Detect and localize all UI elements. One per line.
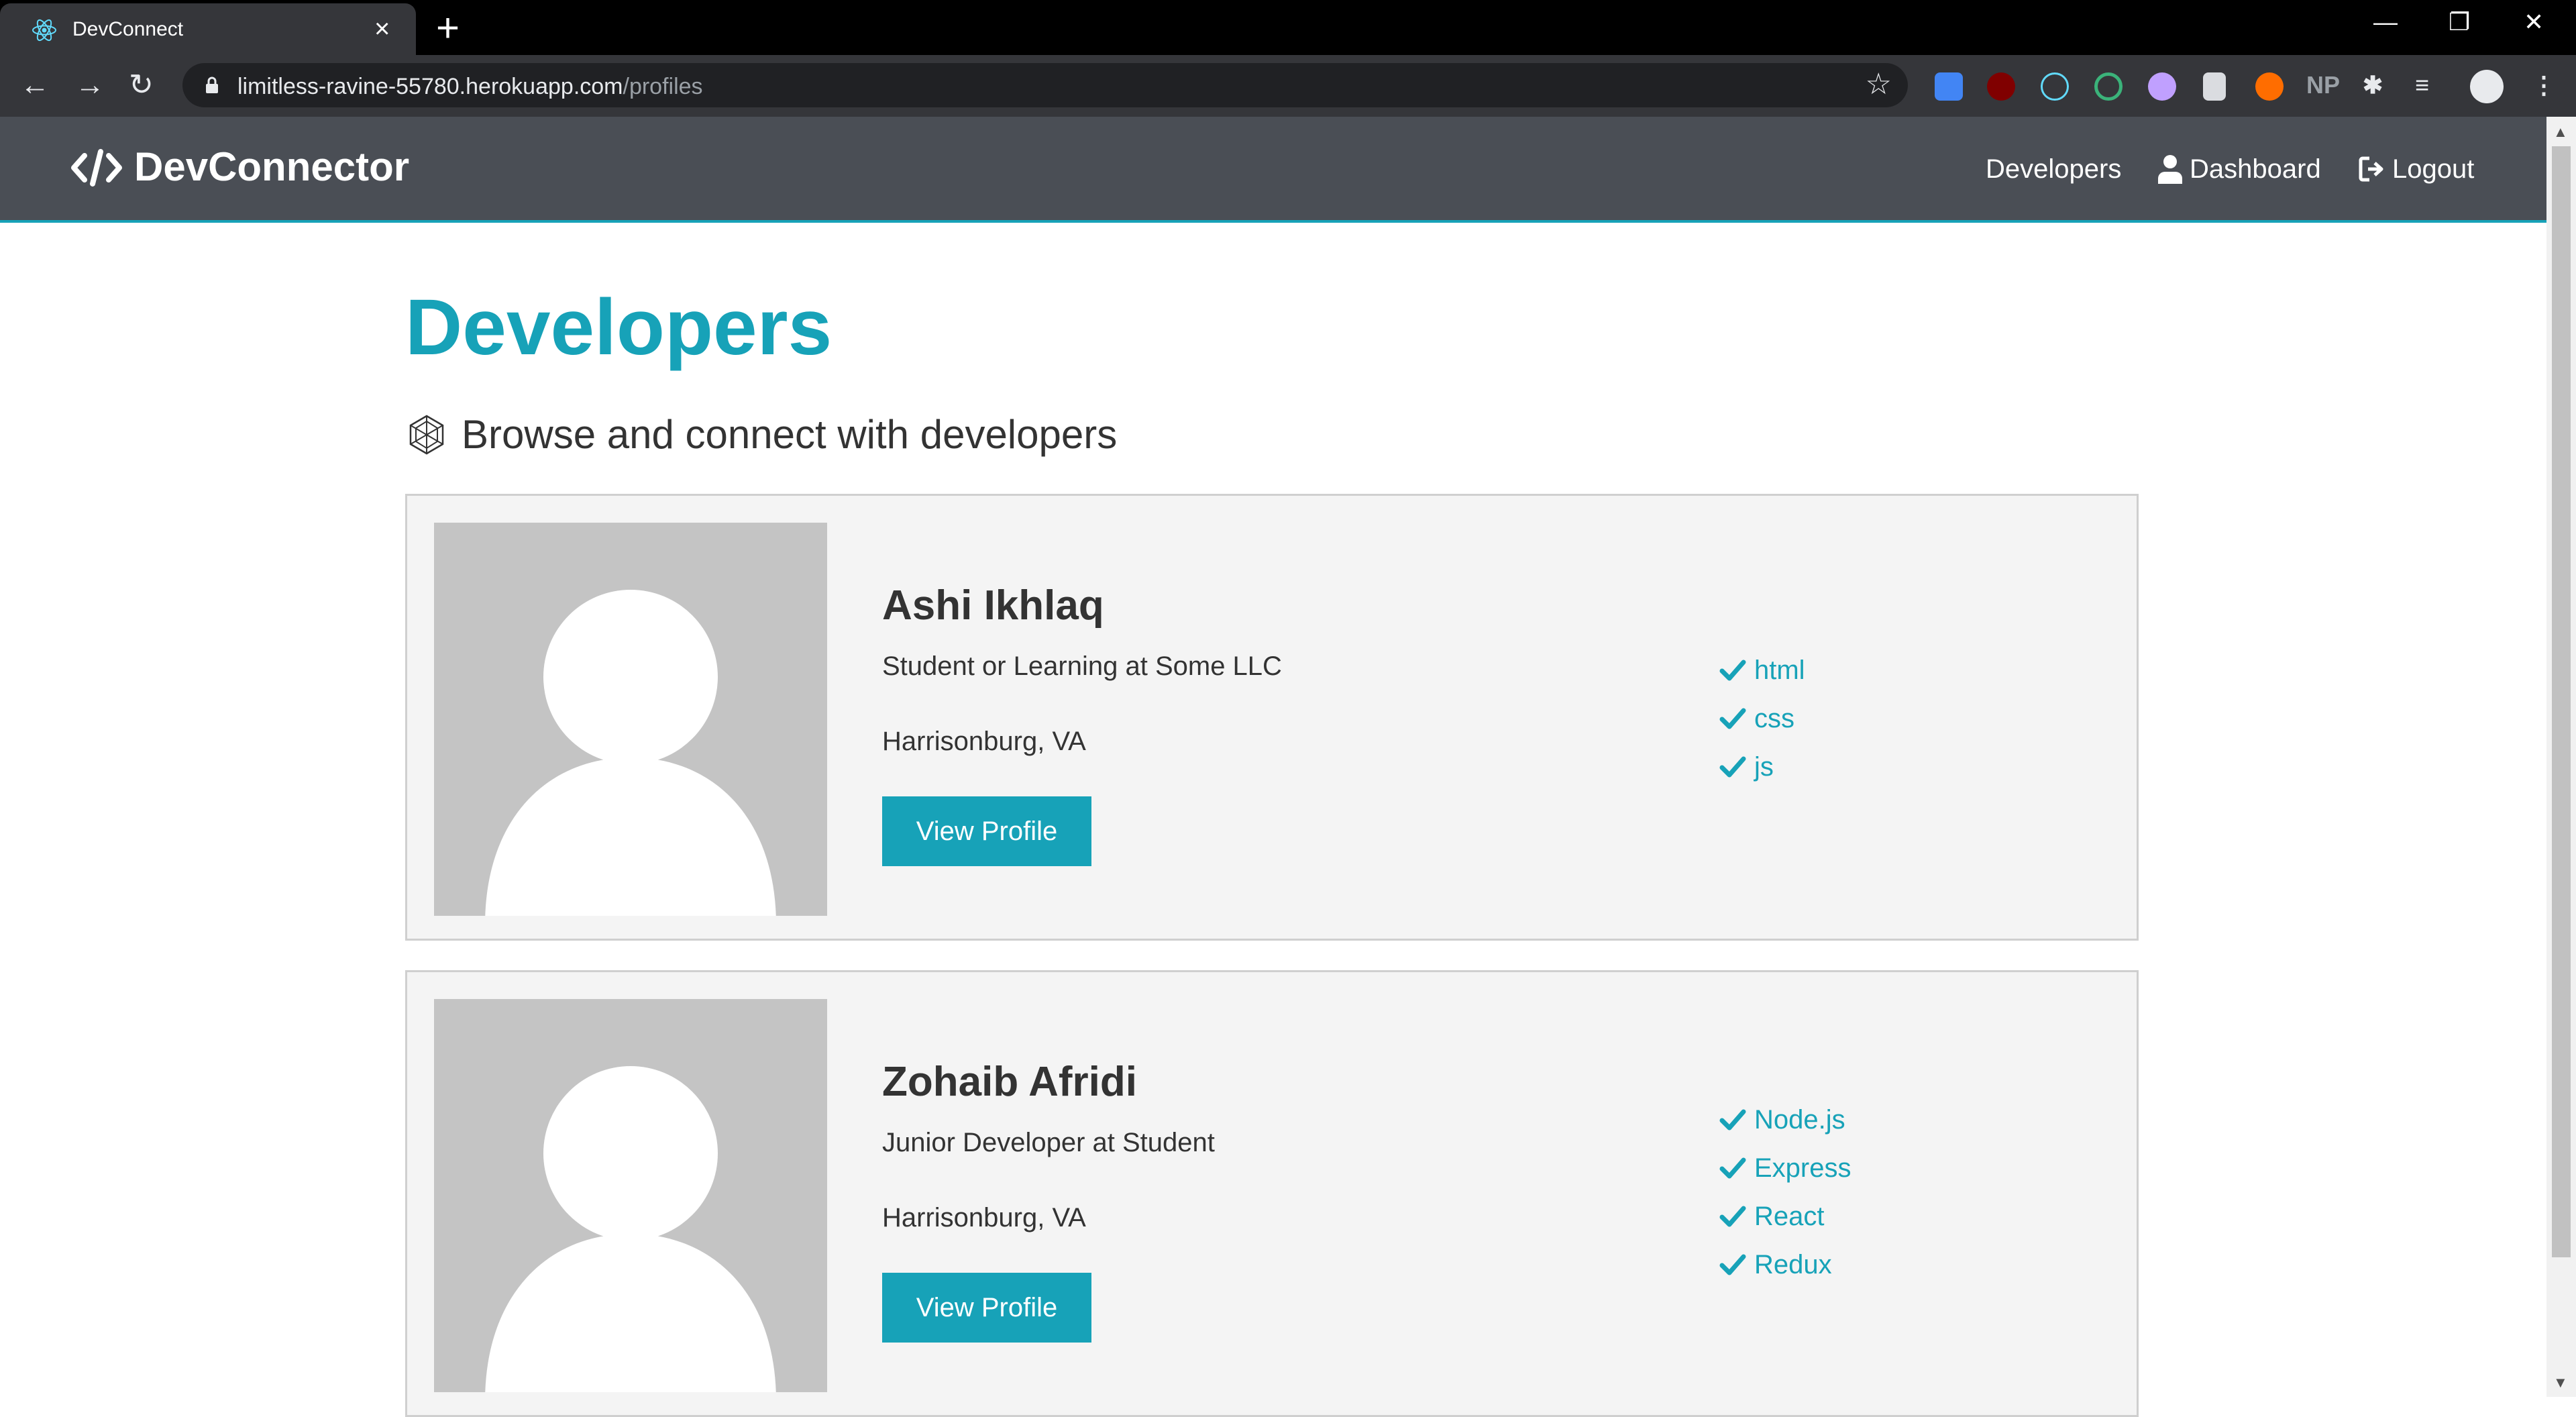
lock-icon xyxy=(206,76,218,93)
profile-avatar-icon[interactable] xyxy=(2470,70,2504,103)
menu-icon[interactable]: ⋮ xyxy=(2532,71,2556,99)
code-icon[interactable] xyxy=(70,148,123,188)
profile-card: Ashi Ikhlaq Student or Learning at Some … xyxy=(405,494,2139,941)
nav-link-dashboard[interactable]: Dashboard xyxy=(2190,154,2321,185)
url-host: limitless-ravine-55780.herokuapp.com xyxy=(237,74,623,99)
scrollbar-thumb[interactable] xyxy=(2552,146,2571,1257)
check-icon xyxy=(1719,1206,1746,1227)
fire-extension-icon[interactable] xyxy=(2255,72,2284,101)
browser-tab-bar: DevConnect × + — ❐ ✕ xyxy=(0,0,2576,55)
skill-label: js xyxy=(1754,752,1774,782)
tab-close-icon[interactable]: × xyxy=(374,13,390,45)
page-lead-text: Browse and connect with developers xyxy=(462,412,1118,457)
translate-extension-icon[interactable] xyxy=(1935,72,1963,101)
check-icon xyxy=(1719,1157,1746,1179)
profile-name: Zohaib Afridi xyxy=(882,1059,1137,1105)
react-devtools-extension-icon[interactable] xyxy=(2041,72,2069,101)
skill-label: Express xyxy=(1754,1153,1851,1183)
skill-label: React xyxy=(1754,1202,1825,1231)
restore-icon[interactable]: ❐ xyxy=(2449,8,2470,36)
url-text: limitless-ravine-55780.herokuapp.com/pro… xyxy=(237,74,703,100)
skill-item: html xyxy=(1719,654,1805,702)
user-icon[interactable] xyxy=(2157,154,2183,184)
connect-develop-icon xyxy=(409,415,444,455)
minimize-icon[interactable]: — xyxy=(2373,8,2398,36)
puzzle-icon[interactable]: ✱ xyxy=(2363,71,2383,99)
bookmark-star-icon[interactable]: ☆ xyxy=(1866,67,1892,101)
document-extension-icon[interactable] xyxy=(2203,72,2226,101)
profile-status: Junior Developer at Student xyxy=(882,1128,1215,1157)
url-path: /profiles xyxy=(623,74,703,99)
avatar xyxy=(434,523,827,916)
profile-status: Student or Learning at Some LLC xyxy=(882,651,1282,681)
check-icon xyxy=(1719,708,1746,729)
profile-location: Harrisonburg, VA xyxy=(882,727,1086,756)
view-profile-button[interactable]: View Profile xyxy=(882,1273,1091,1343)
window-close-icon[interactable]: ✕ xyxy=(2524,8,2544,36)
skills-list: html css js xyxy=(1719,654,1805,799)
profile-location: Harrisonburg, VA xyxy=(882,1203,1086,1232)
address-bar[interactable]: limitless-ravine-55780.herokuapp.com/pro… xyxy=(182,63,1908,107)
skill-label: css xyxy=(1754,704,1794,733)
reload-icon[interactable]: ↻ xyxy=(129,68,154,102)
target-extension-icon[interactable] xyxy=(2094,72,2123,101)
browser-toolbar: ← → ↻ limitless-ravine-55780.herokuapp.c… xyxy=(0,55,2576,117)
brand-logo-text[interactable]: DevConnector xyxy=(134,144,409,190)
skills-list: Node.js Express React Redux xyxy=(1719,1104,1851,1297)
skill-item: Node.js xyxy=(1719,1104,1851,1152)
media-control-icon[interactable]: ≡ xyxy=(2415,71,2429,99)
scroll-up-icon[interactable]: ▲ xyxy=(2553,123,2568,141)
skill-item: Redux xyxy=(1719,1249,1851,1297)
nav-link-developers[interactable]: Developers xyxy=(1986,154,2121,185)
check-icon xyxy=(1719,756,1746,778)
scroll-down-icon[interactable]: ▼ xyxy=(2553,1374,2568,1392)
profile-card: Zohaib Afridi Junior Developer at Studen… xyxy=(405,970,2139,1417)
profile-name: Ashi Ikhlaq xyxy=(882,582,1104,629)
default-avatar-image xyxy=(485,1066,776,1392)
nav-link-logout[interactable]: Logout xyxy=(2392,154,2474,185)
new-tab-icon[interactable]: + xyxy=(436,5,460,51)
page-scrollbar[interactable]: ▲ ▼ xyxy=(2546,117,2576,1397)
skill-item: css xyxy=(1719,702,1805,751)
default-avatar-image xyxy=(485,590,776,916)
skill-label: Redux xyxy=(1754,1250,1832,1279)
skill-item: React xyxy=(1719,1200,1851,1249)
tab-title: DevConnect xyxy=(72,18,184,40)
browser-tab[interactable]: DevConnect × xyxy=(0,3,416,55)
check-icon xyxy=(1719,1254,1746,1275)
extension-icon[interactable] xyxy=(2148,72,2176,101)
page-title: Developers xyxy=(405,283,833,372)
skill-item: Express xyxy=(1719,1152,1851,1200)
np-extension-icon[interactable]: NP xyxy=(2306,71,2340,99)
view-profile-button[interactable]: View Profile xyxy=(882,796,1091,866)
app-navbar: DevConnector Developers Dashboard Logout xyxy=(0,117,2546,223)
back-icon[interactable]: ← xyxy=(20,68,50,102)
skill-label: Node.js xyxy=(1754,1105,1845,1135)
skill-item: js xyxy=(1719,751,1805,799)
ublock-extension-icon[interactable] xyxy=(1987,72,2015,101)
sign-out-icon[interactable] xyxy=(2359,156,2385,182)
react-icon xyxy=(32,19,56,42)
forward-icon[interactable]: → xyxy=(75,68,105,102)
check-icon xyxy=(1719,1109,1746,1131)
avatar xyxy=(434,999,827,1392)
check-icon xyxy=(1719,660,1746,681)
skill-label: html xyxy=(1754,655,1805,685)
